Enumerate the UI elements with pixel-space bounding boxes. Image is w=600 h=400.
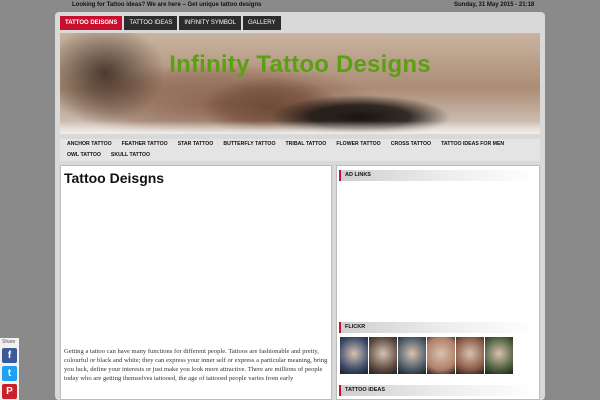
- article-paragraph: Getting a tattoo can have many functions…: [64, 348, 328, 383]
- main-content: Tattoo Deisgns Getting a tattoo can have…: [60, 165, 332, 400]
- widget-title-tattoo-ideas: TATTOO IDEAS: [339, 385, 537, 396]
- nav-tattoo-ideas-for-men[interactable]: Tattoo Ideas for Men: [436, 139, 509, 150]
- twitter-share-icon[interactable]: t: [2, 366, 17, 381]
- pinterest-share-icon[interactable]: P: [2, 384, 17, 399]
- share-label: Share: [2, 339, 16, 345]
- site-title[interactable]: Infinity Tattoo Designs: [60, 51, 540, 79]
- nav-tribal-tattoo[interactable]: Tribal Tattoo: [281, 139, 332, 150]
- top-nav-infinity-symbol[interactable]: Infinity Symbol: [179, 16, 241, 30]
- flickr-gallery: [340, 337, 514, 374]
- flickr-thumb[interactable]: [369, 337, 397, 374]
- nav-skull-tattoo[interactable]: Skull Tattoo: [106, 150, 155, 161]
- main-nav-list: Anchor Tattoo Feather Tattoo Star Tattoo…: [60, 139, 540, 161]
- top-bar: Looking for Tattoo ideas? We are here – …: [0, 0, 600, 12]
- page-wrapper: Tattoo Deisgns Tattoo Ideas Infinity Sym…: [55, 12, 545, 400]
- nav-butterfly-tattoo[interactable]: Butterfly Tattoo: [218, 139, 280, 150]
- nav-cross-tattoo[interactable]: Cross Tattoo: [386, 139, 436, 150]
- nav-owl-tattoo[interactable]: Owl Tattoo: [62, 150, 106, 161]
- nav-flower-tattoo[interactable]: Flower Tattoo: [331, 139, 385, 150]
- widget-title-ad-links: AD LINKS: [339, 170, 537, 181]
- flickr-thumb[interactable]: [456, 337, 484, 374]
- nav-anchor-tattoo[interactable]: Anchor Tattoo: [62, 139, 117, 150]
- flickr-thumb[interactable]: [398, 337, 426, 374]
- facebook-share-icon[interactable]: f: [2, 348, 17, 363]
- nav-star-tattoo[interactable]: Star Tattoo: [173, 139, 219, 150]
- top-nav: Tattoo Deisgns Tattoo Ideas Infinity Sym…: [60, 16, 283, 30]
- main-nav: Anchor Tattoo Feather Tattoo Star Tattoo…: [60, 139, 540, 161]
- current-date: Sunday, 31 May 2015 - 21:18: [454, 2, 535, 8]
- flickr-thumb[interactable]: [340, 337, 368, 374]
- top-nav-tattoo-deisgns[interactable]: Tattoo Deisgns: [60, 16, 123, 30]
- top-nav-gallery[interactable]: Gallery: [242, 16, 281, 30]
- flickr-thumb[interactable]: [427, 337, 455, 374]
- sidebar: AD LINKS FLICKR TATTOO IDEAS: [336, 165, 540, 400]
- top-nav-tattoo-ideas[interactable]: Tattoo Ideas: [124, 16, 178, 30]
- banner-image-shadow: [60, 33, 540, 134]
- share-bar: Share f t P: [0, 338, 19, 400]
- nav-feather-tattoo[interactable]: Feather Tattoo: [117, 139, 173, 150]
- flickr-thumb[interactable]: [485, 337, 513, 374]
- header-banner[interactable]: Infinity Tattoo Designs: [60, 33, 540, 134]
- widget-title-flickr: FLICKR: [339, 322, 537, 333]
- page-title: Tattoo Deisgns: [64, 170, 165, 186]
- site-tagline: Looking for Tattoo ideas? We are here – …: [72, 2, 262, 8]
- banner-image-floor: [60, 121, 540, 134]
